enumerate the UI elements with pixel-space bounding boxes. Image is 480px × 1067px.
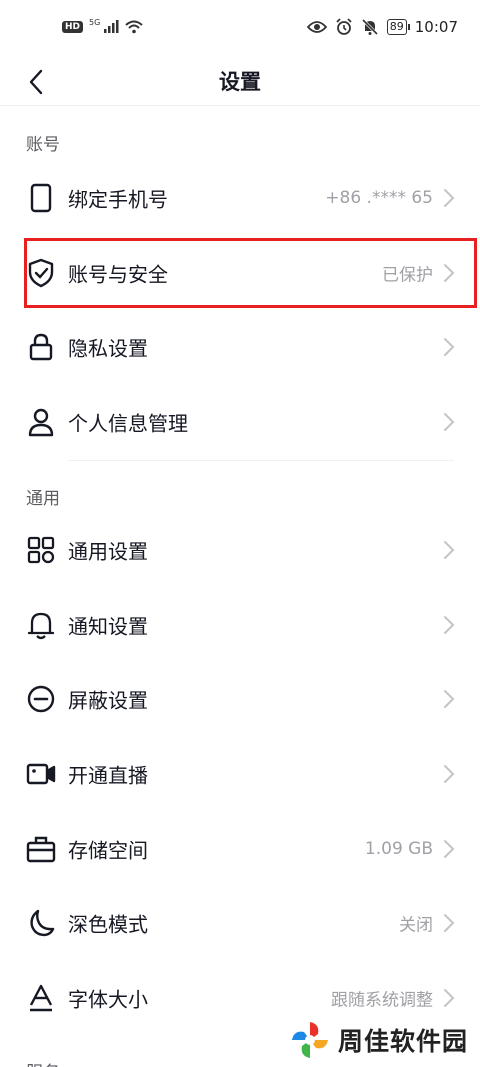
settings-row-notifications[interactable]: 通知设置 (0, 588, 480, 662)
chevron-right-icon (444, 189, 455, 207)
chevron-right-icon (444, 413, 455, 431)
settings-row-dark-mode[interactable]: 深色模式 关闭 (0, 886, 480, 960)
chevron-right-icon (444, 914, 455, 932)
network-type: 5G (89, 17, 101, 27)
chevron-right-icon (444, 338, 455, 356)
row-label: 开通直播 (68, 763, 148, 788)
row-label: 深色模式 (68, 912, 148, 937)
watermark: 周佳软件园 (282, 1012, 476, 1067)
settings-row-live[interactable]: 开通直播 (0, 737, 480, 811)
chevron-right-icon (444, 690, 455, 708)
grid-icon (26, 535, 56, 565)
bell-icon (26, 610, 56, 640)
settings-row-blocking[interactable]: 屏蔽设置 (0, 662, 480, 736)
row-label: 字体大小 (68, 987, 148, 1012)
video-camera-icon (26, 759, 56, 789)
row-value: 关闭 (399, 915, 433, 936)
chevron-right-icon (444, 616, 455, 634)
row-label: 通用设置 (68, 539, 148, 564)
highlight-box (24, 238, 477, 308)
chevron-right-icon (444, 989, 455, 1007)
chevron-right-icon (444, 765, 455, 783)
status-right: 89 10:07 (306, 18, 458, 36)
eye-icon (306, 21, 327, 33)
moon-icon (26, 908, 56, 938)
row-value: +86 .**** 65 (325, 188, 433, 208)
section-header-account: 账号 (26, 135, 60, 155)
watermark-text: 周佳软件园 (338, 1026, 469, 1056)
status-bar: HD 5G 89 10:07 (0, 0, 480, 58)
status-left: HD 5G (62, 17, 143, 34)
storage-icon (26, 834, 56, 864)
watermark-logo (292, 1021, 328, 1058)
row-label: 绑定手机号 (68, 187, 168, 212)
alarm-icon (336, 18, 352, 35)
settings-row-storage[interactable]: 存储空间 1.09 GB (0, 812, 480, 886)
signal-icon (104, 20, 119, 33)
row-label: 个人信息管理 (68, 411, 188, 436)
row-label: 隐私设置 (68, 336, 148, 361)
settings-row-general[interactable]: 通用设置 (0, 513, 480, 587)
row-label: 通知设置 (68, 614, 148, 639)
wifi-icon (125, 20, 143, 34)
row-label: 存储空间 (68, 838, 148, 863)
person-icon (26, 407, 56, 437)
hd-badge: HD (62, 21, 84, 33)
page-title: 设置 (219, 70, 261, 94)
row-label: 屏蔽设置 (68, 688, 148, 713)
section-divider (68, 460, 454, 461)
row-value: 1.09 GB (364, 839, 433, 859)
section-header-general: 通用 (26, 489, 60, 509)
chevron-right-icon (444, 541, 455, 559)
phone-icon (26, 183, 56, 213)
chevron-right-icon (444, 840, 455, 858)
settings-row-bind-phone[interactable]: 绑定手机号 +86 .**** 65 (0, 161, 480, 235)
section-header-services: 服务 (26, 1058, 60, 1067)
mute-icon (361, 18, 378, 36)
status-time: 10:07 (414, 18, 458, 36)
top-nav-bar: 设置 (0, 58, 480, 106)
block-icon (26, 684, 56, 714)
settings-row-personal-info[interactable]: 个人信息管理 (0, 385, 480, 459)
lock-icon (26, 332, 56, 362)
font-icon (26, 983, 56, 1013)
row-value: 跟随系统调整 (331, 990, 433, 1011)
settings-row-privacy[interactable]: 隐私设置 (0, 310, 480, 384)
battery-indicator: 89 (386, 19, 410, 35)
